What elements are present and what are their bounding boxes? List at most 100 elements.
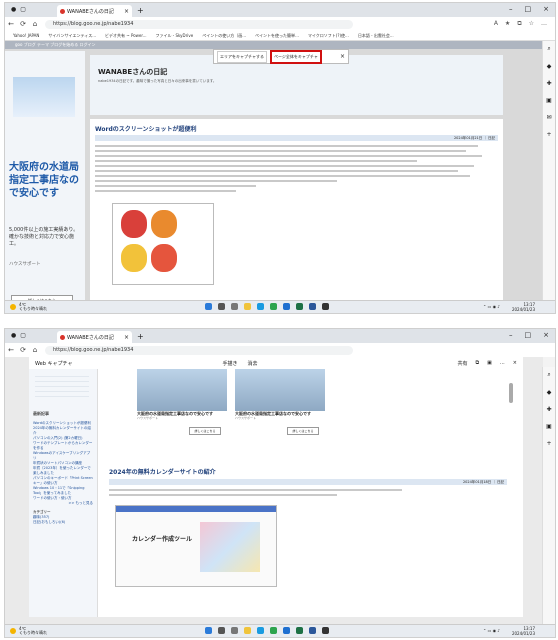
maximize-icon[interactable]: □	[525, 5, 532, 13]
collections-icon[interactable]: ▢	[20, 6, 26, 13]
tools-icon[interactable]: ✚	[546, 406, 551, 413]
more-link[interactable]: >> もっと見る	[33, 501, 93, 506]
store-icon[interactable]	[270, 303, 277, 310]
search-icon[interactable]	[218, 303, 225, 310]
office-icon[interactable]: ▣	[546, 97, 552, 104]
start-icon[interactable]	[205, 627, 212, 634]
excel-icon[interactable]	[296, 303, 303, 310]
excel-icon[interactable]	[296, 627, 303, 634]
bookmark-item[interactable]: ペイントを使った簡単...	[255, 33, 299, 39]
promo-button[interactable]: 詳しくはこちら	[189, 427, 221, 435]
weather-widget[interactable]: 4℃ くもり時々晴れ	[10, 303, 47, 311]
store-icon[interactable]	[270, 627, 277, 634]
explorer-icon[interactable]	[244, 627, 251, 634]
browser-tab[interactable]: WANABEさんの日記 ×	[57, 5, 132, 17]
ad-headline[interactable]: 大阪府の水道局指定工事店なので安心です	[9, 161, 79, 200]
capture-close-icon[interactable]: ×	[340, 53, 345, 60]
terminal-icon[interactable]	[322, 627, 329, 634]
new-tab-icon[interactable]: +	[137, 6, 144, 15]
minimize-icon[interactable]: –	[509, 331, 513, 339]
section-title[interactable]: 2024年の無料カレンダーサイトの紹介	[109, 467, 216, 476]
bookmark-item[interactable]: ファイル - SkyDrive	[155, 33, 193, 39]
clock[interactable]: 13:17 2024/01/23	[512, 302, 535, 312]
home-icon[interactable]: ⌂	[29, 346, 41, 354]
maximize-icon[interactable]: □	[525, 331, 532, 339]
add-icon[interactable]: +	[546, 131, 551, 138]
edge-icon[interactable]	[257, 627, 264, 634]
close-window-icon[interactable]: ×	[543, 331, 549, 339]
article-title[interactable]: Wordのスクリーンショットが超便利	[95, 124, 196, 133]
more-icon[interactable]: …	[500, 360, 505, 367]
category-link[interactable]: 日記(おもしろい)(6)	[33, 520, 93, 525]
edge-icon[interactable]	[257, 303, 264, 310]
bookmark-item[interactable]: サイバンサイエンティス...	[48, 33, 96, 39]
url-input[interactable]: https://blog.goo.ne.jp/nabe1934	[45, 19, 353, 29]
capture-full-page-button[interactable]: ページ全体をキャプチャ	[269, 49, 322, 64]
outlook-icon[interactable]	[283, 627, 290, 634]
collections-icon[interactable]: ▢	[20, 332, 26, 339]
save-icon[interactable]: ▣	[487, 360, 492, 367]
recent-link[interactable]: 年賀（2023年）を使ったレンダーで楽しみました	[33, 466, 93, 476]
menu-icon[interactable]: …	[541, 20, 547, 28]
outlook-icon[interactable]	[283, 303, 290, 310]
recent-link[interactable]: ワードのテンプレートからカレンダーを作る	[33, 441, 93, 451]
taskview-icon[interactable]	[231, 627, 238, 634]
close-window-icon[interactable]: ×	[543, 5, 549, 13]
favorite-star-icon[interactable]: ★	[505, 20, 510, 28]
explorer-icon[interactable]	[244, 303, 251, 310]
home-icon[interactable]: ⌂	[29, 20, 41, 28]
tray-icons[interactable]: ⌃ ▭ ◉ ♪	[483, 304, 500, 309]
close-icon[interactable]: ×	[513, 360, 517, 367]
profile-icon[interactable]: ●	[11, 332, 16, 339]
search-icon[interactable]: ⌕	[547, 371, 550, 379]
recent-link[interactable]: Windowsのアイスケーブリングアプリ	[33, 451, 93, 461]
favorites-icon[interactable]: ☆	[529, 20, 534, 28]
promo-button[interactable]: 詳しくはこちら	[287, 427, 319, 435]
search-icon[interactable]: ⌕	[547, 45, 550, 53]
extensions-icon[interactable]: ⧉	[517, 20, 521, 28]
clock[interactable]: 13:17 2024/01/23	[512, 626, 535, 636]
word-icon[interactable]	[309, 627, 316, 634]
bookmark-item[interactable]: Yahoo! JAPAN	[13, 33, 39, 38]
profile-icon[interactable]: ●	[11, 6, 16, 13]
search-icon[interactable]	[218, 627, 225, 634]
scrollbar[interactable]	[509, 383, 513, 403]
new-tab-icon[interactable]: +	[137, 332, 144, 341]
start-icon[interactable]	[205, 303, 212, 310]
capture-area-button[interactable]: エリアをキャプチャする	[217, 50, 267, 63]
recent-link[interactable]: パソコンのキーボード「Print Screen キー」の使い方	[33, 476, 93, 486]
word-icon[interactable]	[309, 303, 316, 310]
share-button[interactable]: 共有	[457, 360, 467, 367]
bookmark-item[interactable]: マイクロソフト(?)使...	[308, 33, 349, 39]
weather-widget[interactable]: 4℃ くもり時々晴れ	[10, 627, 47, 635]
shopping-icon[interactable]: ◆	[547, 389, 552, 396]
recent-link[interactable]: 2024年の無料カレンダーサイトの紹介	[33, 426, 93, 436]
erase-button[interactable]: 消去	[247, 360, 257, 367]
back-icon[interactable]: ←	[5, 346, 17, 354]
tray-icons[interactable]: ⌃ ▭ ◉ ♪	[483, 628, 500, 633]
shopping-icon[interactable]: ◆	[547, 63, 552, 70]
close-icon[interactable]: ×	[124, 8, 129, 15]
bookmark-item[interactable]: 日本語 - 出雲社会...	[358, 33, 394, 39]
draw-button[interactable]: 手描き	[222, 360, 237, 367]
terminal-icon[interactable]	[322, 303, 329, 310]
taskview-icon[interactable]	[231, 303, 238, 310]
back-icon[interactable]: ←	[5, 20, 17, 28]
outlook-icon[interactable]: ✉	[546, 114, 551, 121]
refresh-icon[interactable]: ⟳	[17, 20, 29, 28]
copy-icon[interactable]: ⧉	[475, 360, 479, 367]
url-input[interactable]: https://blog.goo.ne.jp/nabe1934	[45, 345, 353, 355]
blog-top-bar[interactable]: goo ブログ テーマ ブログを始める ログイン	[5, 41, 543, 49]
office-icon[interactable]: ▣	[546, 423, 552, 430]
bookmark-item[interactable]: ペイントの使い方（画...	[202, 33, 246, 39]
recent-link[interactable]: Windows 10・11で「Snipping Tool」を使ってみました	[33, 486, 93, 496]
close-icon[interactable]: ×	[124, 334, 129, 341]
bookmark-item[interactable]: ビデオ共有 ~ Power...	[105, 33, 146, 39]
browser-tab[interactable]: WANABEさんの日記 ×	[57, 331, 132, 343]
refresh-icon[interactable]: ⟳	[17, 346, 29, 354]
tools-icon[interactable]: ✚	[546, 80, 551, 87]
add-icon[interactable]: +	[546, 440, 551, 447]
minimize-icon[interactable]: –	[509, 5, 513, 13]
blog-title[interactable]: WANABEさんの日記	[98, 67, 167, 77]
read-aloud-icon[interactable]: A	[494, 20, 498, 28]
